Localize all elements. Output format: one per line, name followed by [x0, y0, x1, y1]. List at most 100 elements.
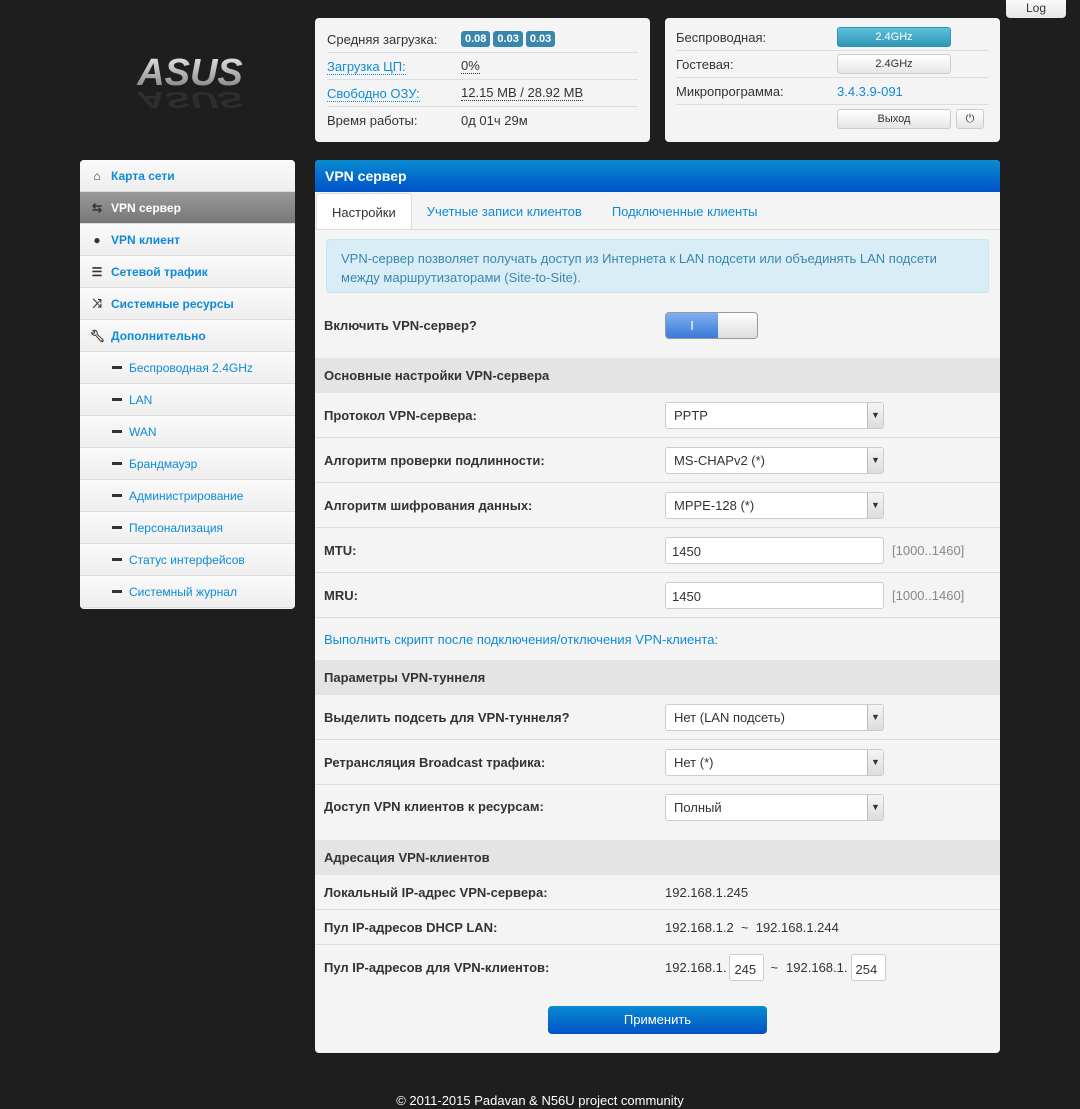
- protocol-select[interactable]: PPTP ▼: [665, 401, 884, 429]
- sidebar-item-wireless[interactable]: Беспроводная 2.4GHz: [80, 352, 295, 384]
- dash-icon: [112, 366, 122, 369]
- subnet-select[interactable]: Нет (LAN подсеть) ▼: [665, 703, 884, 731]
- section-addressing: Адресация VPN-клиентов: [315, 840, 1000, 875]
- dash-icon: [112, 494, 122, 497]
- access-label: Доступ VPN клиентов к ресурсам:: [324, 799, 544, 814]
- tab-settings[interactable]: Настройки: [316, 193, 412, 229]
- ram-value: 12.15 MB / 28.92 MB: [461, 85, 584, 101]
- sidebar-item-lan[interactable]: LAN: [80, 384, 295, 416]
- sidebar-item-vpn-server[interactable]: ⇆ VPN сервер: [80, 192, 295, 224]
- sidebar-item-personalization[interactable]: Персонализация: [80, 512, 295, 544]
- uptime-value: 0д 01ч 29м: [461, 113, 528, 128]
- mtu-hint: [1000..1460]: [892, 542, 965, 558]
- sidebar-item-firewall[interactable]: Брандмауэр: [80, 448, 295, 480]
- dash-icon: [112, 462, 122, 465]
- cpu-link[interactable]: Загрузка ЦП:: [327, 58, 406, 75]
- sidebar-item-label: WAN: [129, 424, 157, 439]
- dash-icon: [112, 590, 122, 593]
- home-icon: ⌂: [93, 168, 101, 183]
- protocol-label: Протокол VPN-сервера:: [324, 407, 477, 423]
- sidebar-item-label: Статус интерфейсов: [129, 552, 245, 567]
- sidebar-item-resources[interactable]: ⤨ Системные ресурсы: [80, 288, 295, 320]
- firmware-version[interactable]: 3.4.3.9-091: [837, 84, 903, 99]
- local-ip-label: Локальный IP-адрес VPN-сервера:: [324, 884, 548, 900]
- sidebar-item-label: Беспроводная 2.4GHz: [129, 360, 253, 375]
- chevron-down-icon: ▼: [867, 749, 883, 775]
- cpu-value: 0%: [461, 58, 480, 74]
- access-select[interactable]: Полный ▼: [665, 794, 884, 821]
- asus-logo: ASUS ASUS: [136, 55, 243, 110]
- logout-button[interactable]: Выход: [837, 108, 951, 129]
- auth-label: Алгоритм проверки подлинности:: [324, 452, 545, 468]
- sidebar-item-label: Администрирование: [129, 488, 244, 503]
- pool-prefix-end: 192.168.1.: [786, 960, 848, 975]
- random-icon: ⤨: [92, 296, 102, 310]
- mtu-label: MTU:: [324, 542, 357, 558]
- sidebar-item-label: Брандмауэр: [129, 456, 198, 471]
- mru-input[interactable]: 1450: [665, 581, 884, 609]
- sidebar-item-vpn-client[interactable]: ● VPN клиент: [80, 224, 295, 256]
- globe-icon: ●: [93, 232, 101, 247]
- encryption-select[interactable]: MPPE-128 (*) ▼: [665, 491, 884, 519]
- apply-button[interactable]: Применить: [548, 1006, 767, 1034]
- wifi-24-button[interactable]: 2.4GHz: [837, 27, 951, 47]
- sidebar-item-admin[interactable]: Администрирование: [80, 480, 295, 512]
- uptime-label: Время работы:: [327, 113, 418, 128]
- tab-client-accounts[interactable]: Учетные записи клиентов: [412, 193, 597, 229]
- pool-prefix-start: 192.168.1.: [665, 960, 727, 975]
- dash-icon: [112, 526, 122, 529]
- sidebar-item-advanced[interactable]: 🔧︎ Дополнительно: [80, 320, 295, 352]
- section-basic: Основные настройки VPN-сервера: [315, 358, 1000, 393]
- subnet-label: Выделить подсеть для VPN-туннеля?: [324, 709, 570, 725]
- ram-link[interactable]: Свободно ОЗУ:: [327, 85, 420, 102]
- log-button[interactable]: Log: [1006, 0, 1066, 18]
- chevron-down-icon: ▼: [867, 704, 883, 730]
- load-badge-15: 0.03: [525, 31, 556, 47]
- sidebar-item-interfaces[interactable]: Статус интерфейсов: [80, 544, 295, 576]
- wifi-label: Беспроводная:: [676, 29, 767, 45]
- wireless-panel: Беспроводная: 2.4GHz Гостевая: 2.4GHz Микр…: [665, 18, 1000, 142]
- sidebar-item-label: VPN клиент: [111, 232, 180, 247]
- chevron-down-icon: ▼: [867, 795, 883, 820]
- sidebar-item-traffic[interactable]: ☰ Сетевой трафик: [80, 256, 295, 288]
- pool-end-input[interactable]: 254: [850, 954, 886, 981]
- page-title: VPN сервер: [315, 160, 1000, 192]
- mtu-input[interactable]: 1450: [665, 536, 884, 564]
- sidebar-item-label: Сетевой трафик: [111, 264, 208, 279]
- tab-connected-clients[interactable]: Подключенные клиенты: [597, 193, 773, 229]
- load-badge-1: 0.08: [461, 31, 491, 47]
- enable-vpn-toggle[interactable]: I: [665, 312, 758, 339]
- guest-24-button[interactable]: 2.4GHz: [837, 54, 951, 74]
- list-icon: ☰: [91, 264, 103, 279]
- vpn-pool-label: Пул IP-адресов для VPN-клиентов:: [324, 960, 550, 975]
- sidebar-item-network-map[interactable]: ⌂ Карта сети: [80, 160, 295, 192]
- svg-text:ASUS: ASUS: [136, 87, 243, 110]
- chevron-down-icon: ▼: [867, 447, 883, 473]
- power-button[interactable]: ⏻: [956, 108, 984, 129]
- wrench-icon: 🔧︎: [90, 328, 106, 343]
- section-tunnel: Параметры VPN-туннеля: [315, 660, 1000, 695]
- broadcast-select[interactable]: Нет (*) ▼: [665, 748, 884, 776]
- sidebar-item-label: Системный журнал: [129, 584, 237, 599]
- power-icon: ⏻: [965, 112, 975, 125]
- sidebar-item-wan[interactable]: WAN: [80, 416, 295, 448]
- dhcp-pool-label: Пул IP-адресов DHCP LAN:: [324, 919, 498, 935]
- sidebar-item-label: VPN сервер: [111, 200, 181, 215]
- sidebar-item-label: Дополнительно: [111, 328, 206, 343]
- dash-icon: [112, 430, 122, 433]
- retweet-icon: ⇆: [91, 200, 103, 215]
- footer: © 2011-2015 Padavan & N56U project commu…: [396, 1093, 684, 1108]
- script-link[interactable]: Выполнить скрипт после подключения/отклю…: [324, 632, 718, 647]
- auth-select[interactable]: MS-CHAPv2 (*) ▼: [665, 446, 884, 474]
- pool-separator: ~: [770, 960, 779, 975]
- dash-icon: [112, 398, 122, 401]
- chevron-down-icon: ▼: [867, 492, 883, 518]
- info-alert: VPN-сервер позволяет получать доступ из …: [326, 239, 989, 293]
- mru-hint: [1000..1460]: [892, 587, 965, 603]
- chevron-down-icon: ▼: [867, 402, 883, 428]
- load-label: Средняя загрузка:: [327, 31, 438, 47]
- pool-start-input[interactable]: 245: [729, 954, 765, 981]
- status-panel: Средняя загрузка: 0.08 0.03 0.03 Загрузка …: [315, 18, 650, 142]
- sidebar-item-label: Системные ресурсы: [111, 296, 234, 311]
- sidebar-item-syslog[interactable]: Системный журнал: [80, 576, 295, 608]
